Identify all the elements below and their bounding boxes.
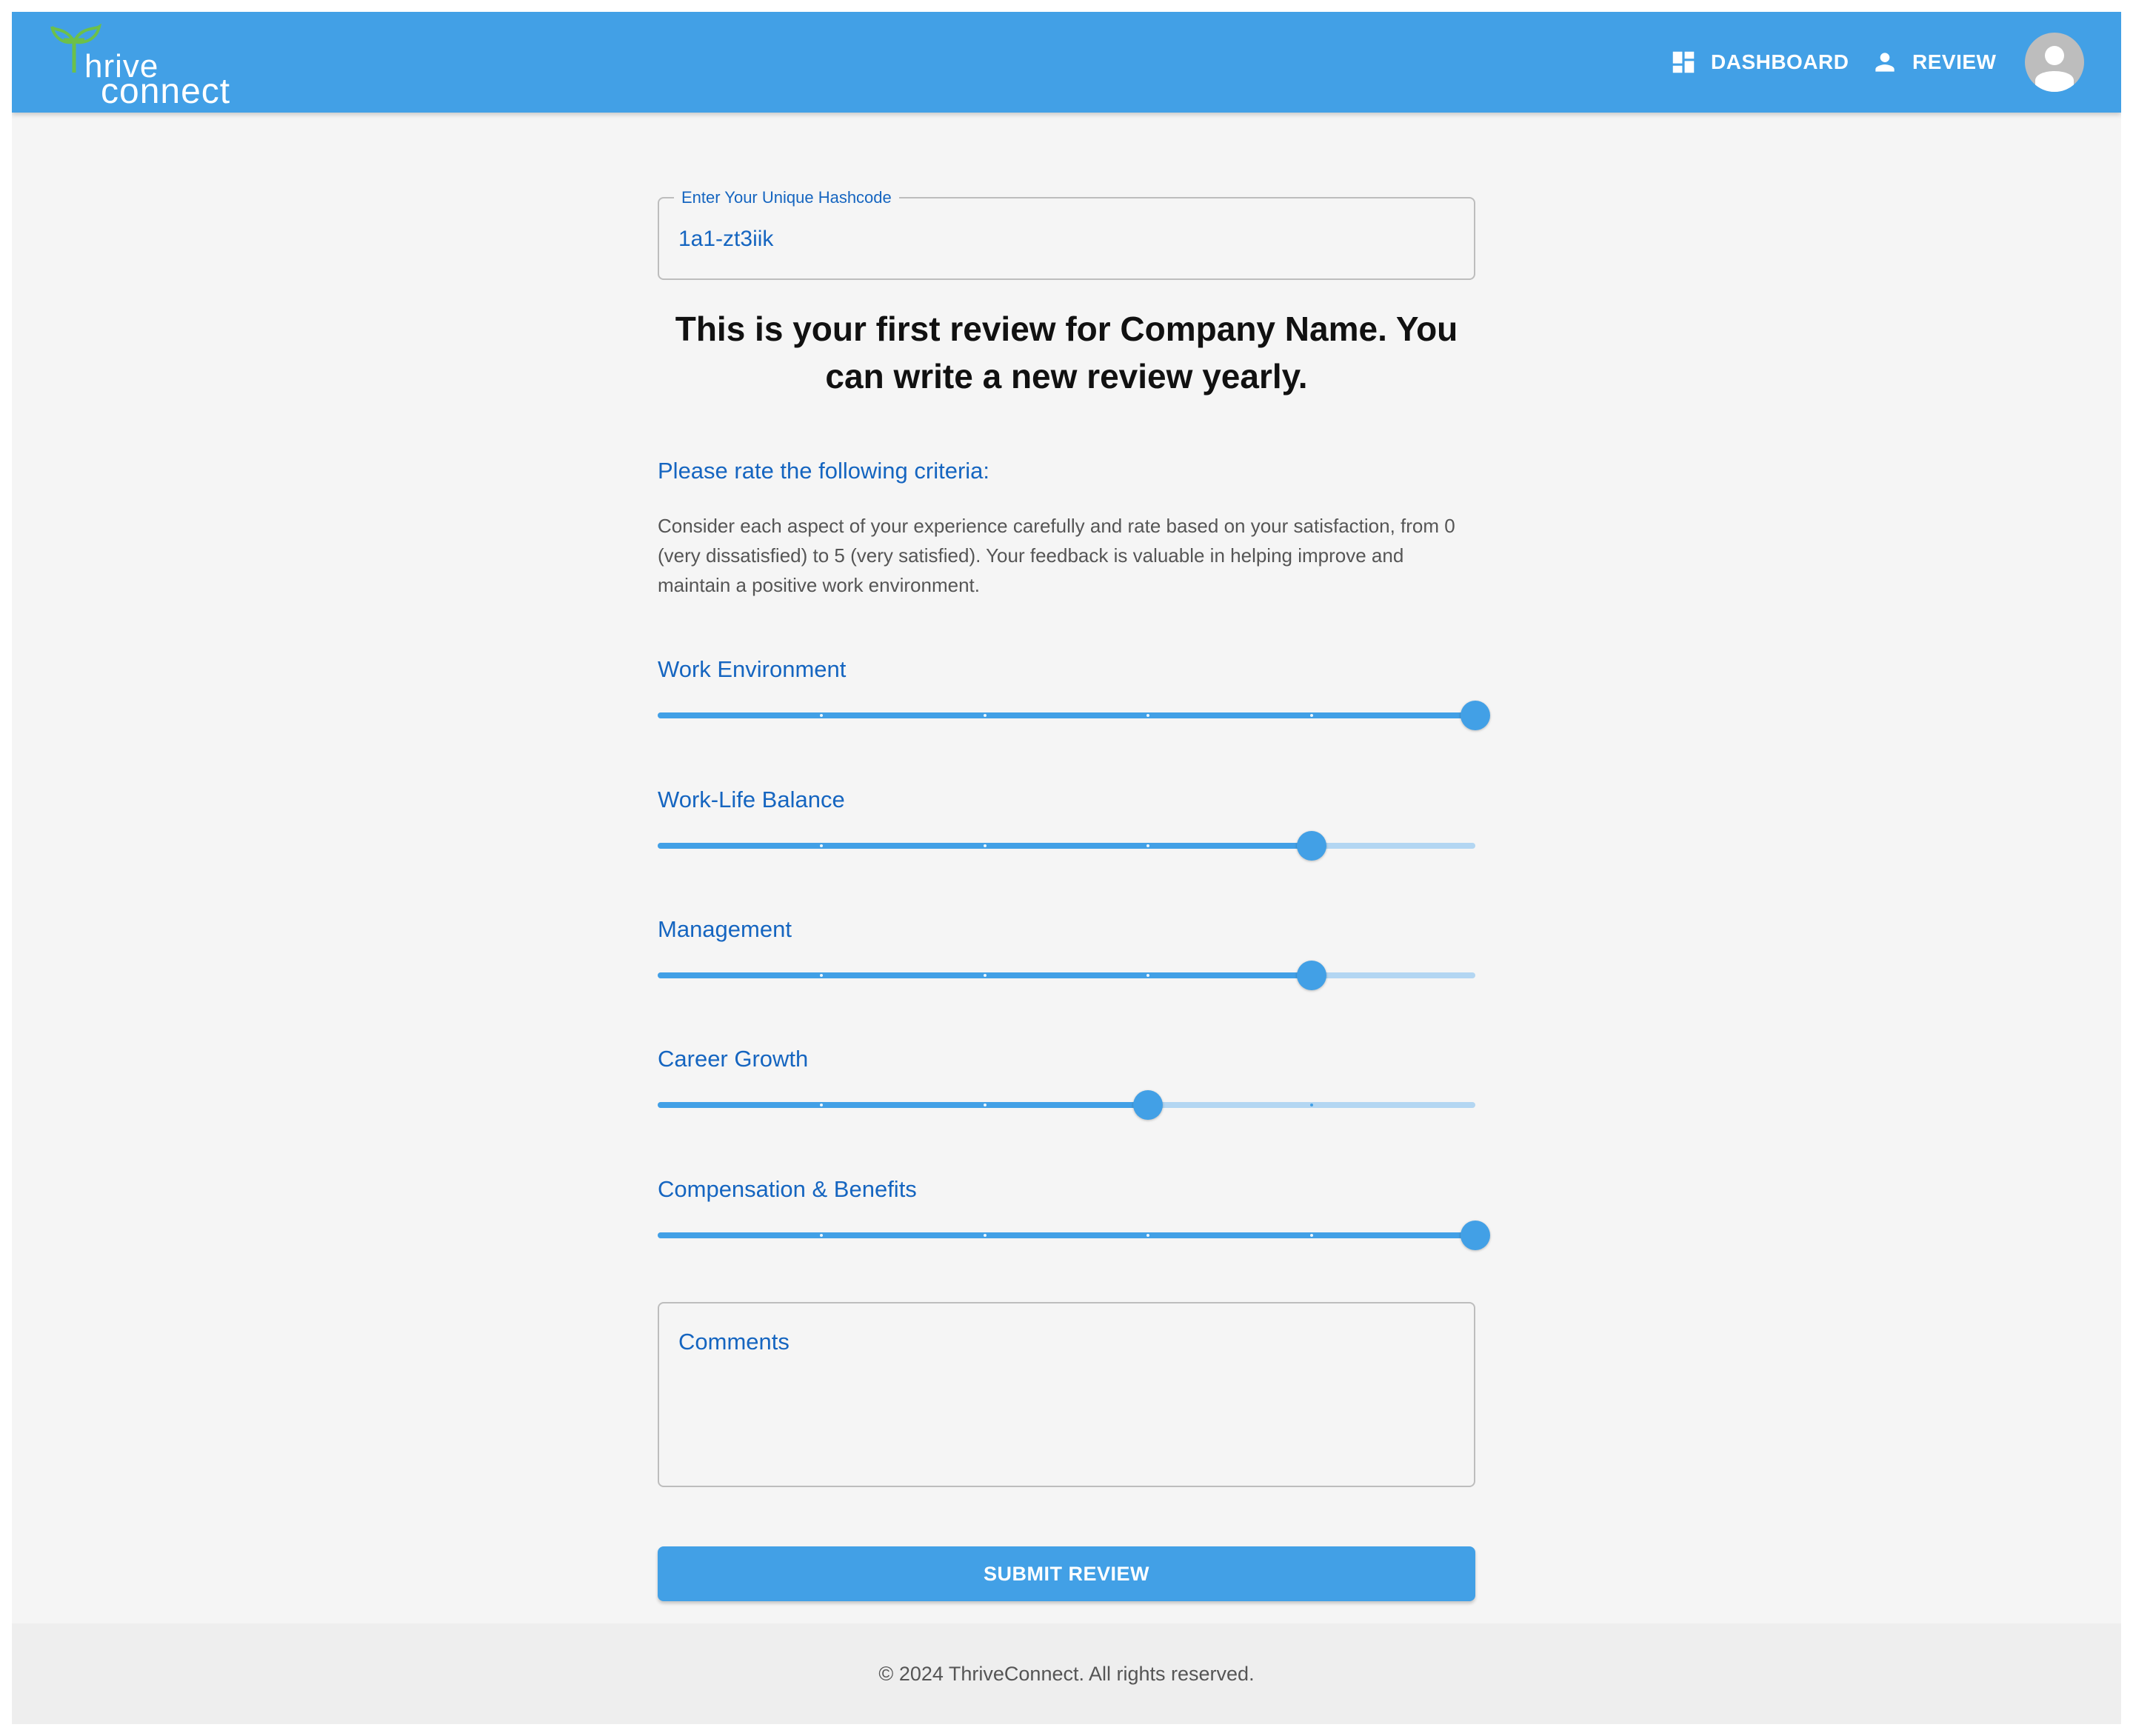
hashcode-field[interactable]: Enter Your Unique Hashcode xyxy=(658,187,1475,280)
slider-tick xyxy=(819,714,823,717)
slider-fill xyxy=(658,712,1475,718)
slider-fill xyxy=(658,1102,1149,1108)
footer: © 2024 ThriveConnect. All rights reserve… xyxy=(12,1623,2121,1724)
hashcode-label: Enter Your Unique Hashcode xyxy=(674,187,899,208)
rating-slider[interactable] xyxy=(658,961,1475,990)
comments-textarea[interactable] xyxy=(677,1366,1455,1474)
slider-tick xyxy=(983,1234,987,1237)
rating-label: Management xyxy=(658,916,792,942)
slider-tick xyxy=(819,1104,823,1106)
slider-tick xyxy=(983,1104,987,1106)
slider-tick xyxy=(819,844,823,847)
dashboard-icon xyxy=(1672,51,1695,73)
rating-compensation-benefits: Compensation & Benefits xyxy=(658,1176,1490,1265)
slider-thumb[interactable] xyxy=(1297,831,1327,861)
nav-dashboard-label: DASHBOARD xyxy=(1711,50,1849,73)
slider-tick xyxy=(983,974,987,977)
comments-field[interactable]: Comments xyxy=(658,1302,1475,1487)
slider-tick xyxy=(983,844,987,847)
slider-thumb[interactable] xyxy=(1297,961,1327,990)
criteria-description: Consider each aspect of your experience … xyxy=(658,515,1455,596)
person-icon xyxy=(1875,53,1895,72)
slider-fill xyxy=(658,1232,1475,1238)
criteria-title: Please rate the following criteria: xyxy=(658,458,990,484)
rating-work-environment: Work Environment xyxy=(658,656,1490,745)
slider-tick xyxy=(819,974,823,977)
rating-label: Career Growth xyxy=(658,1046,809,1072)
submit-review-button[interactable]: SUBMIT REVIEW xyxy=(658,1546,1475,1601)
nav-dashboard-button[interactable]: DASHBOARD xyxy=(1669,44,1849,80)
slider-thumb[interactable] xyxy=(1133,1090,1164,1120)
slider-thumb[interactable] xyxy=(1461,701,1490,730)
nav-review-label: REVIEW xyxy=(1912,50,1997,73)
rating-management: Management xyxy=(658,916,1480,1005)
copyright-text: © 2024 ThriveConnect. All rights reserve… xyxy=(878,1662,1255,1685)
app-bar: hrive connect DASHBOARD REVIEW xyxy=(12,12,2121,113)
rating-label: Work-Life Balance xyxy=(658,787,845,812)
nav-review-button[interactable]: REVIEW xyxy=(1871,44,1996,80)
comments-label: Comments xyxy=(678,1329,790,1355)
rating-slider[interactable] xyxy=(658,831,1475,861)
thriveconnect-logo[interactable]: hrive connect xyxy=(50,24,243,110)
rating-work-life-balance: Work-Life Balance xyxy=(658,787,1480,875)
account-circle-icon xyxy=(2035,46,2074,92)
first-review-message: This is your first review for Company Na… xyxy=(675,310,1458,395)
rating-label: Compensation & Benefits xyxy=(658,1176,917,1202)
slider-thumb[interactable] xyxy=(1461,1221,1490,1250)
slider-tick xyxy=(983,714,987,717)
user-avatar[interactable] xyxy=(2025,33,2084,92)
rating-slider[interactable] xyxy=(658,1090,1475,1120)
rating-slider[interactable] xyxy=(658,701,1490,730)
slider-tick xyxy=(819,1234,823,1237)
rating-career-growth: Career Growth xyxy=(658,1046,1480,1135)
rating-label: Work Environment xyxy=(658,656,847,682)
hashcode-input[interactable] xyxy=(678,222,1449,256)
rating-slider[interactable] xyxy=(658,1221,1490,1250)
app-frame: hrive connect DASHBOARD REVIEW Enter You… xyxy=(12,12,2121,1724)
logo-text-connect: connect xyxy=(101,72,231,111)
